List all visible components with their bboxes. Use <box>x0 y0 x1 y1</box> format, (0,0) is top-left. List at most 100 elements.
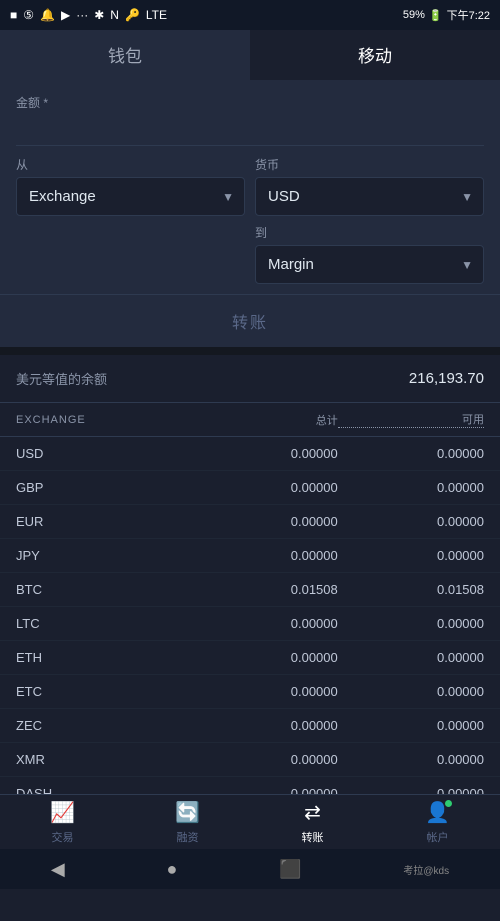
tab-mobile[interactable]: 移动 <box>250 30 500 80</box>
row-total: 0.00000 <box>192 684 338 699</box>
to-arrow-icon: ▼ <box>461 258 473 272</box>
row-available: 0.00000 <box>338 446 484 461</box>
play-icon: ▶ <box>61 8 70 22</box>
row-total: 0.00000 <box>192 446 338 461</box>
currency-arrow-icon: ▼ <box>461 190 473 204</box>
transfer-button[interactable]: 转账 <box>232 309 268 333</box>
col-exchange: EXCHANGE <box>16 414 192 426</box>
currency-row: 从 Exchange ▼ 货币 USD ▼ 到 Margin ▼ <box>16 146 484 284</box>
from-label: 从 <box>16 156 245 173</box>
row-total: 0.00000 <box>192 548 338 563</box>
table-row: JPY0.000000.00000 <box>0 539 500 573</box>
row-available: 0.00000 <box>338 480 484 495</box>
system-nav: ◀ ● ⬛ 考拉@kds <box>0 849 500 889</box>
section-divider <box>0 347 500 355</box>
form-area: 金额 * 从 Exchange ▼ 货币 USD ▼ 到 <box>0 80 500 294</box>
home-button[interactable]: ● <box>167 859 178 880</box>
bluetooth-icon: ✱ <box>94 8 104 22</box>
row-total: 0.00000 <box>192 718 338 733</box>
dots-icon: ··· <box>76 8 88 22</box>
trade-label: 交易 <box>52 829 74 845</box>
status-bar: ■ ⑤ 🔔 ▶ ··· ✱ N 🔑 LTE 59% 🔋 下午7:22 <box>0 0 500 30</box>
table-row: USD0.000000.00000 <box>0 437 500 471</box>
row-currency-name: ETH <box>16 650 192 665</box>
transfer-icon: ⇄ <box>304 800 321 825</box>
row-total: 0.00000 <box>192 480 338 495</box>
app-icon-2: ⑤ <box>23 8 34 22</box>
table-rows: USD0.000000.00000GBP0.000000.00000EUR0.0… <box>0 437 500 845</box>
row-available: 0.00000 <box>338 752 484 767</box>
col-available: 可用 <box>338 411 484 428</box>
row-currency-name: GBP <box>16 480 192 495</box>
row-total: 0.00000 <box>192 752 338 767</box>
bottom-nav: 📈 交易 🔄 融资 ⇄ 转账 👤 帐户 <box>0 794 500 849</box>
row-currency-name: LTC <box>16 616 192 631</box>
account-label: 帐户 <box>427 829 449 845</box>
trade-icon: 📈 <box>50 800 75 825</box>
row-total: 0.00000 <box>192 514 338 529</box>
battery-percent: 59% <box>403 9 425 21</box>
col-total: 总计 <box>192 412 338 428</box>
transfer-btn-area: 转账 <box>0 295 500 347</box>
to-label: 到 <box>255 224 484 241</box>
lte-icon: LTE <box>146 8 167 22</box>
table-row: LTC0.000000.00000 <box>0 607 500 641</box>
time-display: 下午7:22 <box>447 7 490 23</box>
finance-label: 融资 <box>177 829 199 845</box>
to-select[interactable]: Margin ▼ <box>255 245 484 284</box>
table-row: XMR0.000000.00000 <box>0 743 500 777</box>
balance-label: 美元等值的余额 <box>16 369 107 388</box>
currency-to-wrapper: 货币 USD ▼ 到 Margin ▼ <box>255 156 484 284</box>
nav-item-finance[interactable]: 🔄 融资 <box>125 800 250 845</box>
table-row: ETH0.000000.00000 <box>0 641 500 675</box>
battery-icon: 🔋 <box>429 9 443 22</box>
key-icon: 🔑 <box>125 8 140 22</box>
notification-icon: 🔔 <box>40 8 55 22</box>
nav-item-account[interactable]: 👤 帐户 <box>375 800 500 845</box>
finance-icon: 🔄 <box>175 800 200 825</box>
account-icon-wrapper: 👤 <box>425 800 450 825</box>
nav-item-transfer[interactable]: ⇄ 转账 <box>250 800 375 845</box>
app-icon-1: ■ <box>10 8 17 22</box>
row-currency-name: BTC <box>16 582 192 597</box>
table-row: BTC0.015080.01508 <box>0 573 500 607</box>
table-row: ETC0.000000.00000 <box>0 675 500 709</box>
status-right-info: 59% 🔋 下午7:22 <box>403 7 490 23</box>
top-tabs: 钱包 移动 <box>0 30 500 80</box>
row-currency-name: ZEC <box>16 718 192 733</box>
row-currency-name: USD <box>16 446 192 461</box>
balance-area: 美元等值的余额 216,193.70 <box>0 355 500 403</box>
row-currency-name: EUR <box>16 514 192 529</box>
row-total: 0.01508 <box>192 582 338 597</box>
row-total: 0.00000 <box>192 650 338 665</box>
amount-input[interactable] <box>16 117 484 135</box>
table-row: EUR0.000000.00000 <box>0 505 500 539</box>
row-currency-name: ETC <box>16 684 192 699</box>
nfc-icon: N <box>110 8 119 22</box>
row-available: 0.00000 <box>338 616 484 631</box>
watermark-text: 考拉@kds <box>403 862 449 877</box>
from-wrapper: 从 Exchange ▼ <box>16 156 245 216</box>
from-arrow-icon: ▼ <box>222 190 234 204</box>
row-available: 0.00000 <box>338 548 484 563</box>
row-currency-name: JPY <box>16 548 192 563</box>
row-total: 0.00000 <box>192 616 338 631</box>
amount-label: 金额 * <box>16 94 484 111</box>
status-left-icons: ■ ⑤ 🔔 ▶ ··· ✱ N 🔑 LTE <box>10 8 167 22</box>
currency-label: 货币 <box>255 156 484 173</box>
table-row: GBP0.000000.00000 <box>0 471 500 505</box>
back-button[interactable]: ◀ <box>51 859 65 880</box>
tab-wallet[interactable]: 钱包 <box>0 30 250 80</box>
balance-value: 216,193.70 <box>409 370 484 387</box>
online-indicator <box>445 800 452 807</box>
table-row: ZEC0.000000.00000 <box>0 709 500 743</box>
table-header: EXCHANGE 总计 可用 <box>0 403 500 437</box>
row-available: 0.00000 <box>338 514 484 529</box>
recents-button[interactable]: ⬛ <box>279 859 301 880</box>
currency-select[interactable]: USD ▼ <box>255 177 484 216</box>
row-available: 0.00000 <box>338 718 484 733</box>
row-available: 0.01508 <box>338 582 484 597</box>
nav-item-trade[interactable]: 📈 交易 <box>0 800 125 845</box>
from-select[interactable]: Exchange ▼ <box>16 177 245 216</box>
recents-icon: ⬛ <box>279 859 301 879</box>
